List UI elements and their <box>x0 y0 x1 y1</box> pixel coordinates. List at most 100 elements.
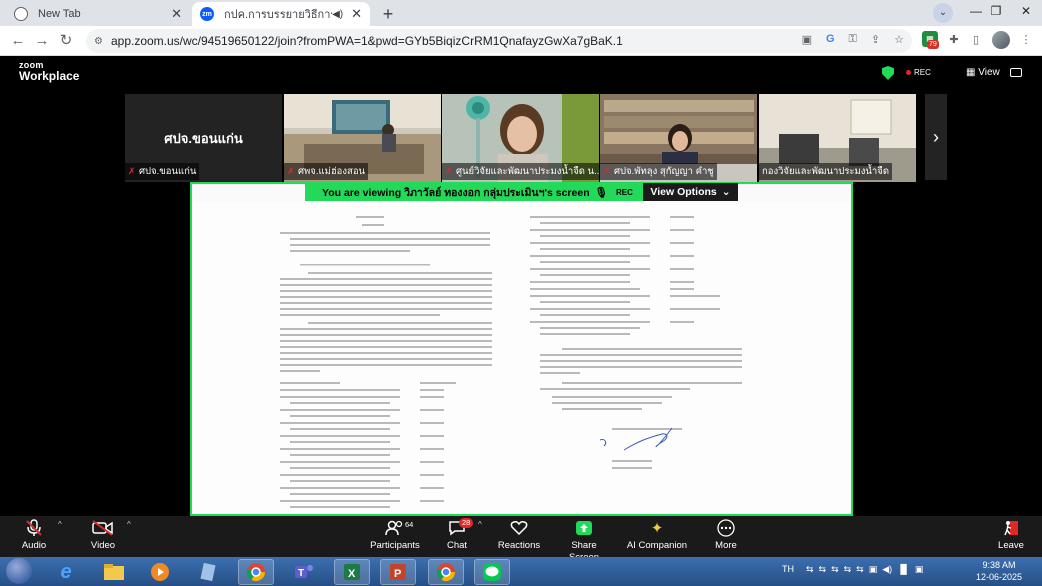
clock-time: 9:38 AM <box>982 560 1016 570</box>
media-player-icon[interactable] <box>142 559 178 585</box>
mic-muted-icon: ✗ <box>445 166 453 176</box>
close-tab-icon[interactable]: ✕ <box>351 6 362 22</box>
tab-search-chevron-icon[interactable]: ⌄ <box>933 3 953 23</box>
chevron-down-icon: ⌄ <box>721 186 731 198</box>
shared-screen-area <box>190 182 853 516</box>
share-screen-icon <box>556 516 612 540</box>
view-button[interactable]: ▦ View <box>966 67 1000 78</box>
bookmark-star-icon[interactable]: ☆ <box>894 33 904 46</box>
participant-name-tag: ✗ ศูนย์วิจัยและพัฒนาประมงน้ำจืด น... <box>442 163 599 180</box>
leave-door-icon <box>996 516 1026 540</box>
video-options-chevron-icon[interactable]: ^ <box>127 520 131 529</box>
tab-title: กปค.การบรรยายวิธีการลงข้อมูลแ <box>224 9 332 21</box>
zoom-favicon-icon: zm <box>200 7 214 21</box>
leave-button[interactable]: Leave <box>996 516 1026 557</box>
meeting-toolbar: Audio ^ Video ^ Participants 64 Chat 28 … <box>0 516 1042 563</box>
participant-tile[interactable]: ✗ ศูนย์วิจัยและพัฒนาประมงน้ำจืด น... <box>442 94 599 182</box>
svg-text:X: X <box>348 568 356 580</box>
extension-icon[interactable]: ▦ 79 <box>922 31 939 49</box>
fullscreen-icon[interactable] <box>1010 68 1022 77</box>
banner-rec-label: REC <box>615 187 633 197</box>
file-explorer-icon[interactable] <box>96 559 132 585</box>
more-button[interactable]: More <box>712 516 740 557</box>
url-text: app.zoom.us/wc/94519650122/join?fromPWA=… <box>110 34 623 48</box>
participant-display-name: ศปจ.ขอนแก่น <box>164 131 243 146</box>
participant-name-tag: ✗ ศพจ.แม่ฮ่องสอน <box>284 163 369 180</box>
browser-tab-bar: New Tab ✕ zm กปค.การบรรยายวิธีการลงข้อมู… <box>0 0 1042 26</box>
share-icon[interactable]: ⇪ <box>871 33 880 46</box>
camera-blocked-icon[interactable]: ▣ <box>802 33 812 46</box>
reload-button[interactable]: ↻ <box>56 31 76 51</box>
side-panel-icon[interactable]: ▯ <box>968 32 984 48</box>
windows-taskbar: e T X P TH ⇆ ⇆ ⇆ ⇆ ⇆ ▣ ◀) ▐▌ ▣ 9:38 AM 1… <box>0 557 1042 586</box>
language-indicator[interactable]: TH <box>782 564 794 574</box>
puzzle-extensions-icon[interactable]: ✚ <box>946 32 962 48</box>
notes-app-icon[interactable] <box>190 559 226 585</box>
participant-tile[interactable]: ✗ ศพจ.แม่ฮ่องสอน <box>284 94 441 182</box>
viewing-screen-label: You are viewing วิภาวัลย์ ทองงอก กลุ่มปร… <box>305 183 643 201</box>
mic-muted-icon: ✗ <box>128 166 136 176</box>
key-icon[interactable]: ⚿ <box>849 33 857 46</box>
document-text-lines <box>280 216 742 508</box>
svg-text:T: T <box>298 568 304 579</box>
participant-name-tag: กองวิจัยและพัฒนาประมงน้ำจืด <box>759 163 892 180</box>
participant-name-tag: ✗ ศปจ.พัทลุง สุกัญญา คำชู <box>600 163 717 180</box>
mic-muted-icon <box>16 516 52 540</box>
chrome-taskbar-icon[interactable] <box>238 559 274 585</box>
chat-unread-badge: 28 <box>459 518 474 528</box>
next-participants-chevron-icon[interactable]: › <box>925 94 947 180</box>
tab-new-tab[interactable]: New Tab ✕ <box>6 2 190 26</box>
speaker-icon[interactable]: ◀) <box>332 9 343 20</box>
tray-icons[interactable]: ⇆ ⇆ ⇆ ⇆ ⇆ ▣ ◀) ▐▌ ▣ <box>806 564 923 575</box>
encryption-shield-icon[interactable] <box>882 66 894 80</box>
mic-muted-icon: ✗ <box>287 166 295 176</box>
zoom-logo-workplace: Workplace <box>19 69 80 83</box>
chrome-menu-icon[interactable]: ⋮ <box>1018 32 1034 48</box>
start-button[interactable] <box>6 558 32 584</box>
ai-companion-button[interactable]: ✦ AI Companion <box>626 516 688 557</box>
teams-icon[interactable]: T <box>286 559 322 585</box>
participant-strip: ศปจ.ขอนแก่น ✗ ศปจ.ขอนแก่น ✗ ศพจ.แม่ฮ่องสอน… <box>0 92 1042 182</box>
line-app-icon[interactable] <box>474 559 510 585</box>
mic-muted-icon: ✗ <box>603 166 611 176</box>
reactions-button[interactable]: Reactions <box>497 516 541 557</box>
powerpoint-icon[interactable]: P <box>380 559 416 585</box>
tab-title: New Tab <box>38 8 81 20</box>
video-off-icon <box>84 516 122 540</box>
taskbar-clock[interactable]: 9:38 AM 12-06-2025 <box>972 559 1026 583</box>
restore-button[interactable]: ❐ <box>980 0 1012 26</box>
audio-options-chevron-icon[interactable]: ^ <box>58 520 62 529</box>
share-screen-button[interactable]: Share Screen <box>556 516 612 563</box>
participant-tile-active-speaker[interactable]: กองวิจัยและพัฒนาประมงน้ำจืด <box>759 94 916 182</box>
profile-avatar[interactable] <box>992 31 1010 49</box>
close-tab-icon[interactable]: ✕ <box>171 6 182 22</box>
chat-options-chevron-icon[interactable]: ^ <box>478 520 482 529</box>
heart-icon <box>497 516 541 540</box>
tab-zoom-meeting[interactable]: zm กปค.การบรรยายวิธีการลงข้อมูลแ ◀) ✕ <box>192 2 370 26</box>
grid-icon: ▦ <box>966 67 979 78</box>
browser-toolbar: ← → ↻ ⚙ app.zoom.us/wc/94519650122/join?… <box>0 26 1042 56</box>
back-button[interactable]: ← <box>8 31 28 51</box>
clock-date: 12-06-2025 <box>975 572 1023 582</box>
participant-tile[interactable]: ศปจ.ขอนแก่น ✗ ศปจ.ขอนแก่น <box>125 94 282 182</box>
participant-name-tag: ✗ ศปจ.ขอนแก่น <box>125 163 200 180</box>
recording-indicator[interactable]: REC <box>906 68 931 77</box>
sparkle-icon: ✦ <box>650 520 664 537</box>
participant-tile[interactable]: ✗ ศปจ.พัทลุง สุกัญญา คำชู <box>600 94 757 182</box>
video-button[interactable]: Video <box>84 516 122 557</box>
google-lens-icon[interactable]: G <box>826 33 835 46</box>
close-window-button[interactable]: ✕ <box>1010 0 1042 26</box>
participants-count: 64 <box>405 520 414 529</box>
mic-icon: 🎙 <box>594 186 608 199</box>
zoom-header: zoom Workplace REC ▦ View <box>0 57 1042 91</box>
chrome-window-icon[interactable] <box>428 559 464 585</box>
site-info-icon[interactable]: ⚙ <box>94 36 103 47</box>
ie-icon[interactable]: e <box>48 559 84 585</box>
shared-document <box>192 202 851 514</box>
forward-button[interactable]: → <box>32 31 52 51</box>
excel-icon[interactable]: X <box>334 559 370 585</box>
new-tab-button[interactable]: + <box>377 4 399 26</box>
audio-button[interactable]: Audio <box>16 516 52 557</box>
view-options-button[interactable]: View Options ⌄ <box>643 183 738 201</box>
address-bar[interactable]: ⚙ app.zoom.us/wc/94519650122/join?fromPW… <box>86 29 912 53</box>
